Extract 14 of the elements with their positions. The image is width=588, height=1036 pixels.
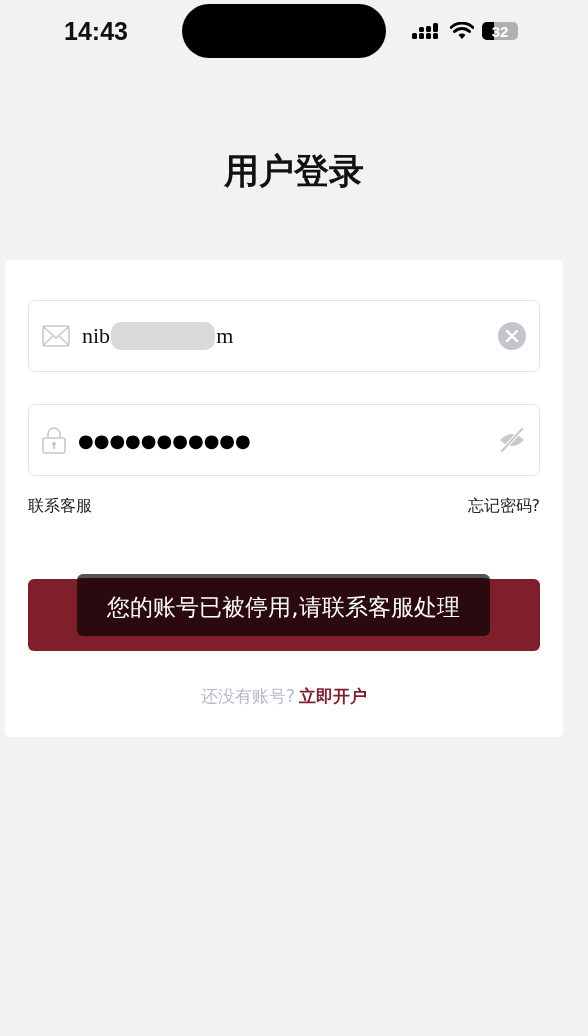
signup-link[interactable]: 立即开户 [299, 686, 367, 706]
lock-icon [42, 426, 66, 454]
hidden-eye-icon[interactable] [498, 427, 526, 453]
contact-support-link[interactable]: 联系客服 [28, 496, 92, 517]
forgot-password-link[interactable]: 忘记密码? [467, 496, 540, 517]
wifi-icon [450, 22, 474, 40]
password-field[interactable]: ●●●●●●●●●●● [28, 404, 540, 476]
signup-prompt: 还没有账号? [201, 686, 295, 706]
email-field[interactable]: nib m [28, 300, 540, 372]
envelope-icon [42, 325, 70, 347]
account-disabled-toast: 您的账号已被停用,请联系客服处理 [77, 574, 490, 636]
clear-icon[interactable] [498, 322, 526, 350]
status-time: 14:43 [64, 16, 129, 46]
page-title: 用户登录 [223, 150, 365, 193]
